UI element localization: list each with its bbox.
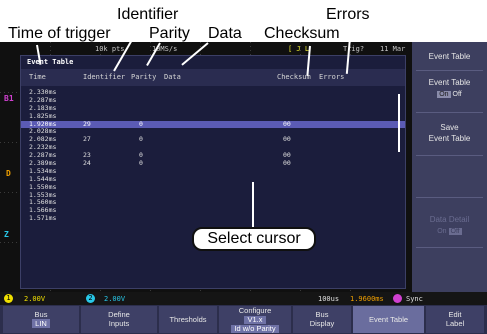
table-row[interactable]: 2.330ms (21, 88, 405, 97)
bus-value: LIN (32, 319, 50, 328)
side-menu-title: Event Table (428, 52, 471, 61)
configure-softkey[interactable]: Configure V1.x Id w/o Parity (219, 306, 291, 333)
trigger-source: Sync (406, 295, 423, 303)
data-detail-toggle[interactable]: Data Detail On Off (412, 214, 487, 237)
table-row-selected[interactable]: 1.920ms 29 0 00 (21, 119, 405, 129)
edit-label-line1: Edit (448, 310, 462, 319)
date: 11 Mar (380, 45, 406, 53)
cell-id: 27 (83, 135, 91, 144)
horizontal-position: 1.9600ms (350, 295, 384, 303)
event-table-window: Event Table Time Identifier Parity Data … (20, 55, 406, 289)
configure-title: Configure (238, 306, 272, 315)
ch1-badge: 1 (4, 294, 13, 303)
col-time: Time (29, 73, 46, 81)
time-scale: 100us (318, 295, 340, 303)
table-row[interactable]: 1.553ms (21, 191, 405, 200)
oscilloscope-screen: 10k pts 10MS/s [ J L Trig? 11 Mar B1 D Z… (0, 42, 487, 334)
table-row[interactable]: 1.566ms (21, 206, 405, 215)
configure-version: V1.x (244, 316, 266, 324)
cell-id: 29 (83, 119, 91, 128)
save-label: Save (440, 123, 459, 132)
define-inputs-softkey[interactable]: Define Inputs (81, 306, 157, 333)
callout-errors: Errors (326, 6, 370, 23)
callout-data: Data (208, 25, 242, 42)
trigger-info: [ J L (288, 45, 310, 53)
event-table-rows[interactable]: 2.330ms 2.287ms 2.183ms 1.825ms 1.920ms 29 0 00… (21, 88, 405, 223)
callout-identifier: Identifier (117, 6, 179, 23)
event-table-softkey-label: Event Table (368, 315, 409, 324)
table-row[interactable]: 2.232ms (21, 143, 405, 152)
table-row[interactable]: 2.183ms (21, 104, 405, 113)
table-row[interactable]: 1.571ms (21, 214, 405, 223)
table-row[interactable]: 2.028ms (21, 128, 405, 136)
table-row[interactable]: 2.389ms 24 0 00 (21, 159, 405, 168)
cell-parity: 0 (139, 119, 143, 128)
configure-id-mode: Id w/o Parity (231, 325, 279, 333)
side-menu: Event Table Event Table On Off Save Even… (412, 42, 487, 292)
define-inputs-line1: Define (108, 310, 130, 319)
callout-parity: Parity (149, 25, 190, 42)
memory-length: 10k pts (95, 45, 125, 53)
cell-parity: 0 (139, 135, 143, 144)
callout-checksum: Checksum (264, 25, 340, 42)
col-parity: Parity (131, 73, 157, 81)
bus-title: Bus (34, 310, 48, 319)
table-row[interactable]: 2.287ms 23 0 00 (21, 151, 405, 160)
table-row[interactable]: 1.544ms (21, 175, 405, 184)
data-detail-label: Data Detail (429, 215, 470, 224)
ch2-badge: 2 (86, 294, 95, 303)
table-row[interactable]: 1.534ms (21, 167, 405, 176)
bus-display-softkey[interactable]: Bus Display (293, 306, 351, 333)
trigger-source-icon (393, 294, 402, 303)
save-event-table-button[interactable]: Save Event Table (412, 122, 487, 144)
bottom-softkey-bar: Bus LIN Define Inputs Thresholds Configu… (0, 305, 487, 334)
cell-checksum: 00 (283, 135, 291, 144)
save-label-sub: Event Table (428, 134, 471, 143)
toggle-off: Off (452, 91, 462, 98)
table-row[interactable]: 1.825ms (21, 112, 405, 121)
z-marker: Z (4, 230, 9, 239)
col-errors: Errors (319, 73, 345, 81)
bus-display-line2: Display (309, 319, 335, 328)
ch2-scale: 2.00V (104, 295, 126, 303)
table-row[interactable]: 2.287ms (21, 96, 405, 105)
callout-time-of-trigger: Time of trigger (8, 25, 111, 42)
cell-parity: 0 (139, 159, 143, 168)
digital-marker: D (6, 169, 11, 178)
cell-checksum: 00 (283, 119, 291, 128)
bus-display-line1: Bus (315, 310, 329, 319)
bus-softkey[interactable]: Bus LIN (3, 306, 79, 333)
data-detail-on: On (437, 228, 447, 235)
thresholds-softkey[interactable]: Thresholds (159, 306, 217, 333)
define-inputs-line2: Inputs (108, 319, 130, 328)
edit-label-line2: Label (445, 319, 465, 328)
table-row[interactable]: 1.560ms (21, 199, 405, 207)
bus-marker: B1 (4, 94, 14, 103)
table-row[interactable]: 1.550ms (21, 183, 405, 192)
trigger-state: Trig? (343, 45, 365, 53)
ch1-scale: 2.00V (24, 295, 46, 303)
toggle-on: On (437, 91, 451, 98)
event-table-title: Event Table (27, 58, 74, 66)
col-identifier: Identifier (83, 73, 126, 81)
cell-time: 1.571ms (29, 214, 57, 223)
event-table-toggle[interactable]: Event Table On Off (412, 77, 487, 100)
callout-select-cursor: Select cursor (192, 227, 316, 251)
cell-id: 24 (83, 159, 91, 168)
cell-checksum: 00 (283, 159, 291, 168)
select-cursor-line (252, 182, 254, 228)
event-table-toggle-label: Event Table (428, 78, 471, 87)
event-table-softkey[interactable]: Event Table (353, 306, 424, 333)
channel-status-bar: 1 2.00V 2 2.00V 100us 1.9600ms Sync (0, 292, 487, 305)
table-row[interactable]: 2.082ms 27 0 00 (21, 135, 405, 144)
event-table-scrollbar[interactable] (398, 94, 400, 152)
thresholds-label: Thresholds (169, 315, 207, 324)
edit-label-softkey[interactable]: Edit Label (426, 306, 484, 333)
col-data: Data (164, 73, 181, 81)
data-detail-off: Off (448, 228, 462, 235)
